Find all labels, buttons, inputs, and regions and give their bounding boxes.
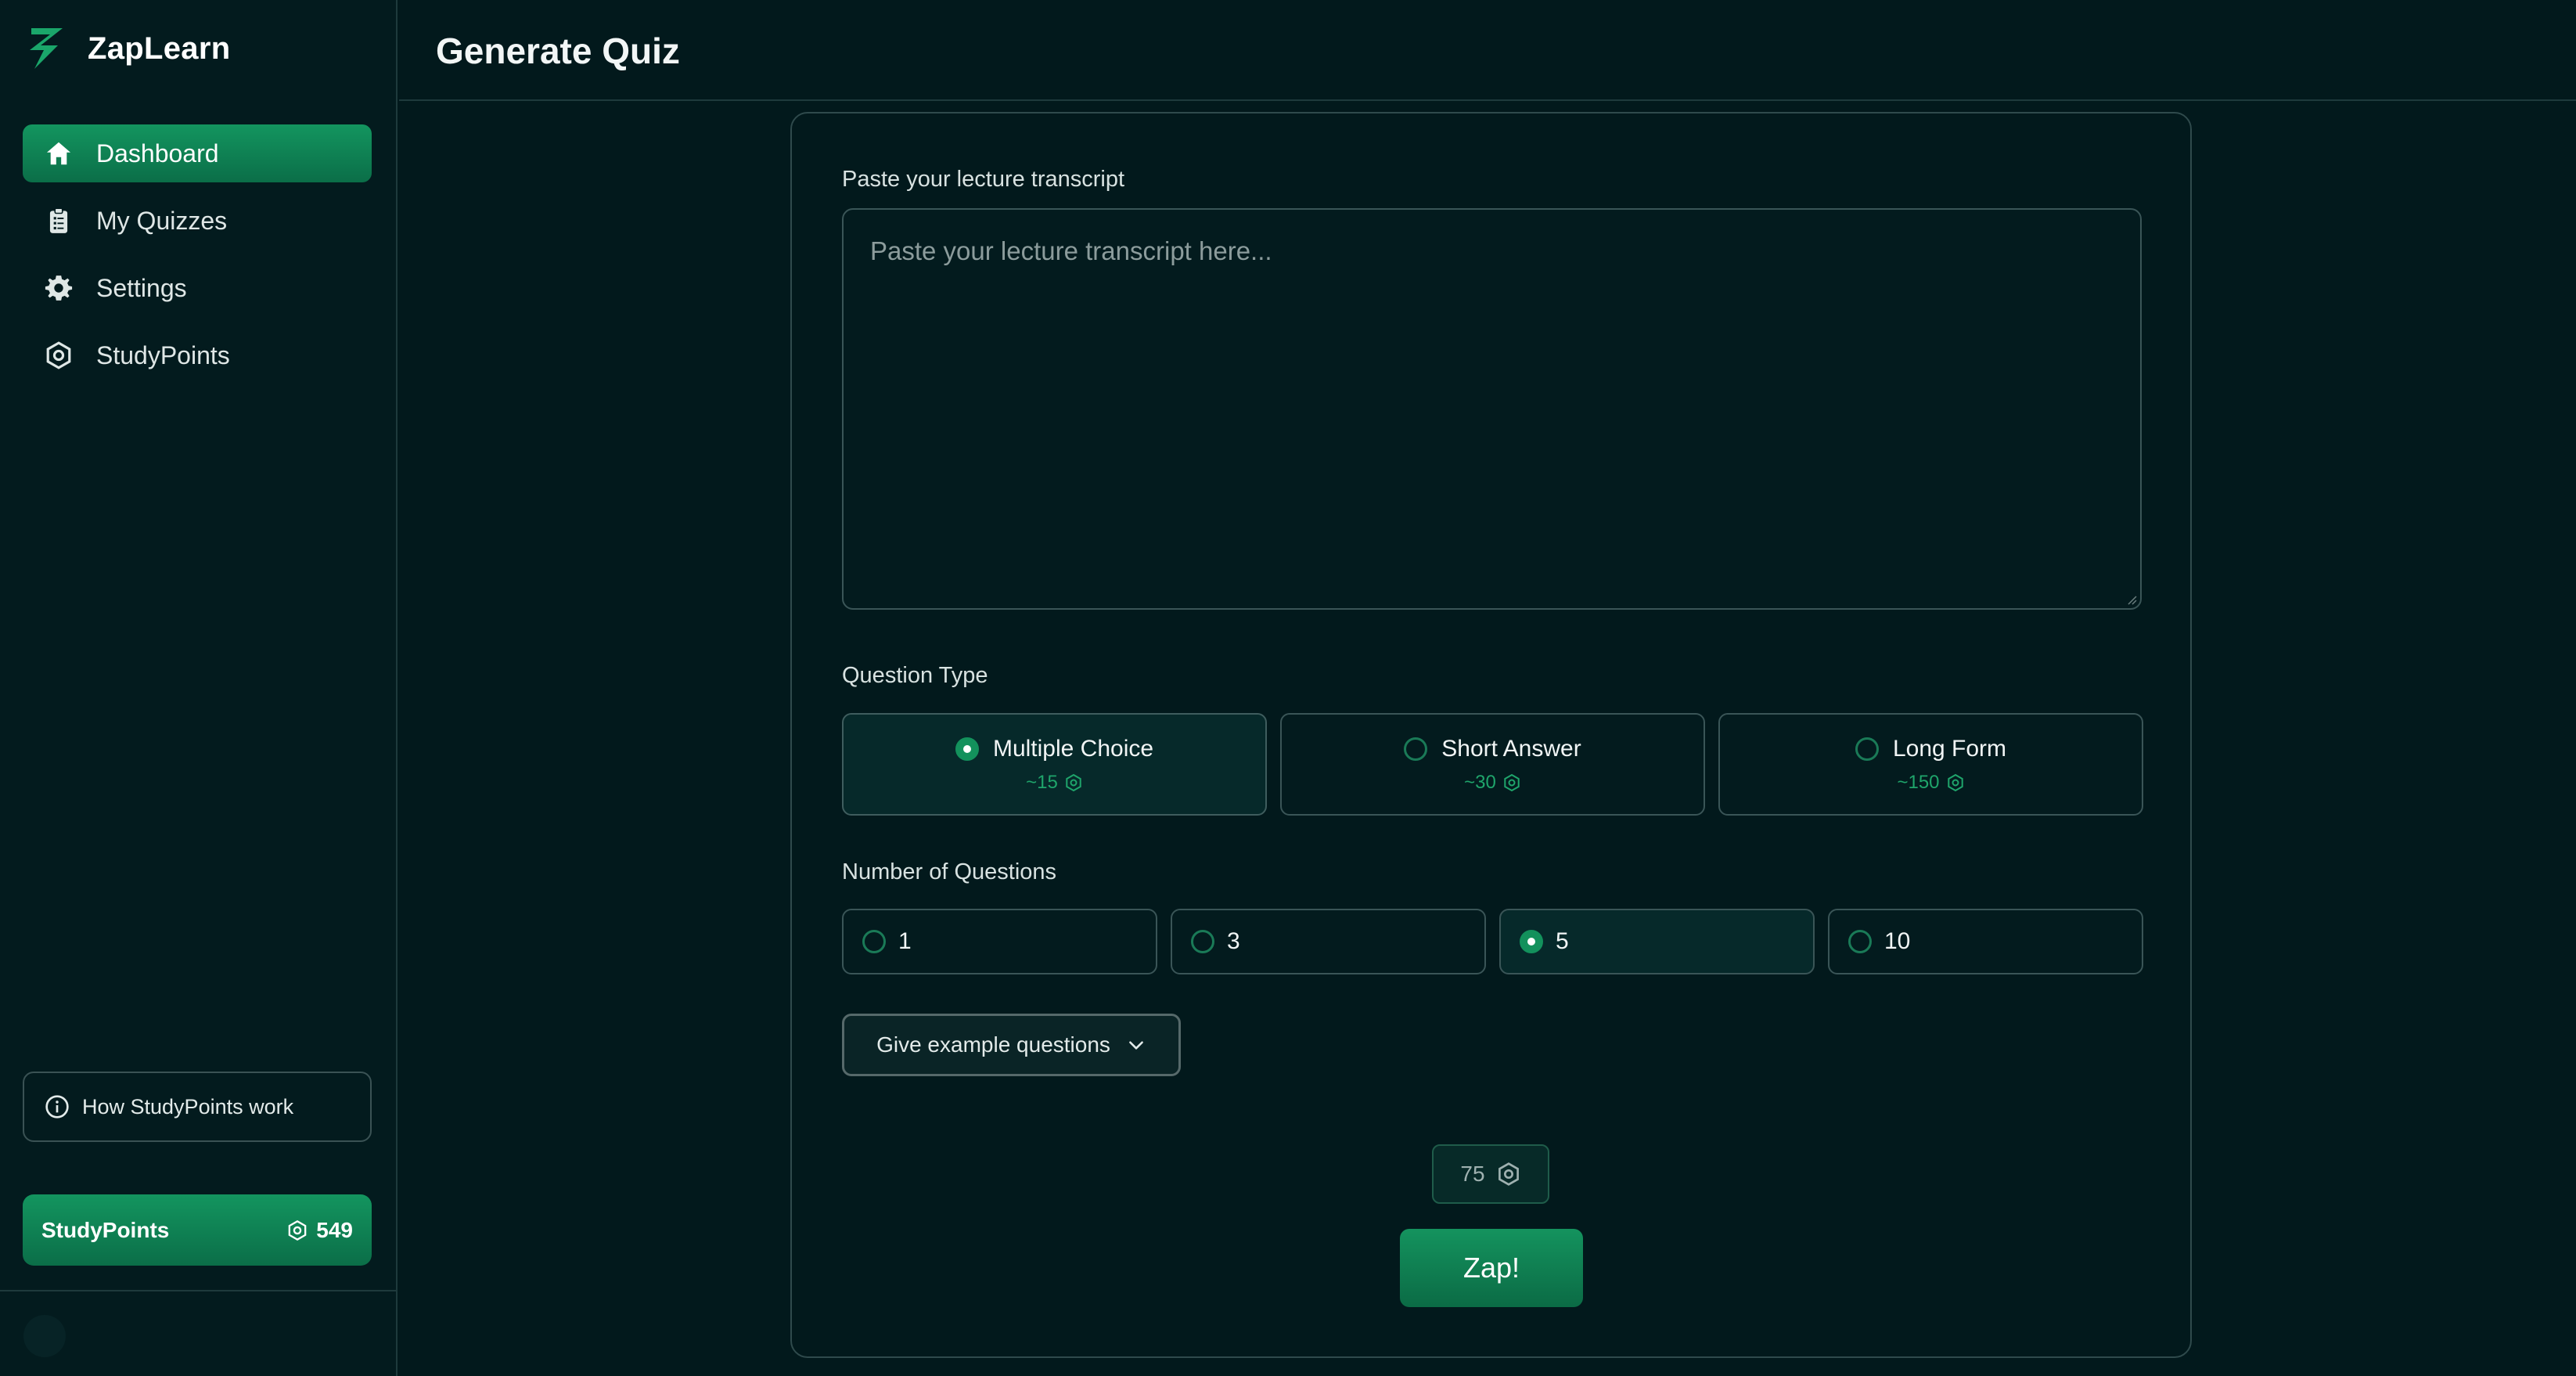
num-option-label: 3 [1227, 928, 1240, 954]
studypoints-icon [43, 340, 74, 371]
num-questions-label: Number of Questions [842, 859, 1057, 884]
question-type-label-text: Multiple Choice [992, 735, 1154, 762]
total-cost-value: 75 [1460, 1162, 1485, 1186]
sidebar-divider [0, 1290, 398, 1291]
radio-unselected[interactable] [862, 930, 886, 953]
radio-unselected[interactable] [1404, 737, 1428, 761]
question-type-cost: ~15 [1026, 772, 1083, 794]
studypoints-card-label: StudyPoints [41, 1217, 170, 1242]
question-type-label-text: Long Form [1892, 735, 2007, 762]
how-studypoints-work-link[interactable]: How StudyPoints work [23, 1072, 372, 1142]
app-name: ZapLearn [88, 31, 231, 66]
question-type-long-form[interactable]: Long Form ~150 [1718, 713, 2143, 816]
give-example-questions-button[interactable]: Give example questions [842, 1014, 1181, 1076]
transcript-input[interactable]: Paste your lecture transcript here... [842, 208, 2142, 610]
sidebar-item-label: Settings [96, 273, 187, 302]
sidebar-item-studypoints[interactable]: StudyPoints [23, 326, 372, 384]
gear-icon [43, 272, 74, 304]
question-type-multiple-choice[interactable]: Multiple Choice ~15 [842, 713, 1267, 816]
clipboard-icon [43, 205, 74, 236]
question-type-label: Question Type [842, 663, 988, 688]
num-questions-option-3[interactable]: 3 [1171, 909, 1486, 974]
radio-unselected[interactable] [1855, 737, 1879, 761]
radio-selected[interactable] [955, 737, 979, 761]
app-root: ZapLearn Dashboard My Quizzes Settings S… [0, 0, 2576, 1376]
studypoints-icon [288, 1219, 307, 1241]
zap-submit-button[interactable]: Zap! [1400, 1229, 1583, 1307]
studypoints-balance: 549 [286, 1218, 353, 1243]
studypoints-icon [1504, 773, 1520, 791]
cost-value: ~150 [1897, 771, 1940, 793]
transcript-placeholder: Paste your lecture transcript here... [870, 236, 1272, 265]
sidebar-item-my-quizzes[interactable]: My Quizzes [23, 192, 372, 250]
cost-value: ~30 [1464, 771, 1496, 793]
studypoints-icon [1498, 1162, 1519, 1186]
home-icon [43, 138, 74, 169]
num-questions-option-10[interactable]: 10 [1828, 909, 2143, 974]
chevron-down-icon [1129, 1041, 1143, 1050]
studypoints-balance-card[interactable]: StudyPoints 549 [23, 1194, 372, 1266]
sidebar-item-label: StudyPoints [96, 340, 230, 369]
page-title: Generate Quiz [436, 31, 680, 71]
generate-quiz-form: Paste your lecture transcript Paste your… [790, 112, 2192, 1358]
studypoints-value: 549 [316, 1217, 353, 1242]
radio-unselected[interactable] [1191, 930, 1214, 953]
cost-value: ~15 [1026, 771, 1058, 793]
question-type-options: Multiple Choice ~15 Short Answer ~30 Lon… [842, 713, 2143, 816]
studypoints-icon [1947, 773, 1963, 791]
sidebar-item-label: Dashboard [96, 139, 219, 167]
total-cost-badge: 75 [1432, 1144, 1549, 1204]
radio-selected[interactable] [1520, 930, 1543, 953]
zap-logo-icon [30, 28, 63, 69]
question-type-cost: ~30 [1464, 772, 1521, 794]
question-type-cost: ~150 [1897, 772, 1964, 794]
sidebar-nav: Dashboard My Quizzes Settings StudyPoint… [23, 124, 372, 394]
avatar[interactable] [23, 1315, 66, 1357]
how-studypoints-label: How StudyPoints work [82, 1094, 294, 1118]
page-header: Generate Quiz [399, 0, 2576, 101]
radio-unselected[interactable] [1848, 930, 1872, 953]
info-icon [45, 1095, 69, 1118]
num-questions-option-1[interactable]: 1 [842, 909, 1157, 974]
question-type-short-answer[interactable]: Short Answer ~30 [1280, 713, 1705, 816]
num-option-label: 5 [1556, 928, 1569, 954]
num-option-label: 10 [1884, 928, 1911, 954]
brand[interactable]: ZapLearn [27, 25, 230, 72]
num-option-label: 1 [898, 928, 912, 954]
transcript-label: Paste your lecture transcript [842, 167, 1125, 192]
sidebar-item-label: My Quizzes [96, 206, 228, 235]
question-type-label-text: Short Answer [1441, 735, 1581, 762]
sidebar-item-settings[interactable]: Settings [23, 259, 372, 317]
num-questions-option-5[interactable]: 5 [1499, 909, 1815, 974]
studypoints-icon [1066, 773, 1081, 791]
resize-handle-icon[interactable] [2126, 594, 2137, 605]
sidebar: ZapLearn Dashboard My Quizzes Settings S… [0, 0, 398, 1376]
sidebar-item-dashboard[interactable]: Dashboard [23, 124, 372, 182]
examples-button-label: Give example questions [876, 1032, 1110, 1057]
num-questions-options: 1 3 5 10 [842, 909, 2143, 974]
